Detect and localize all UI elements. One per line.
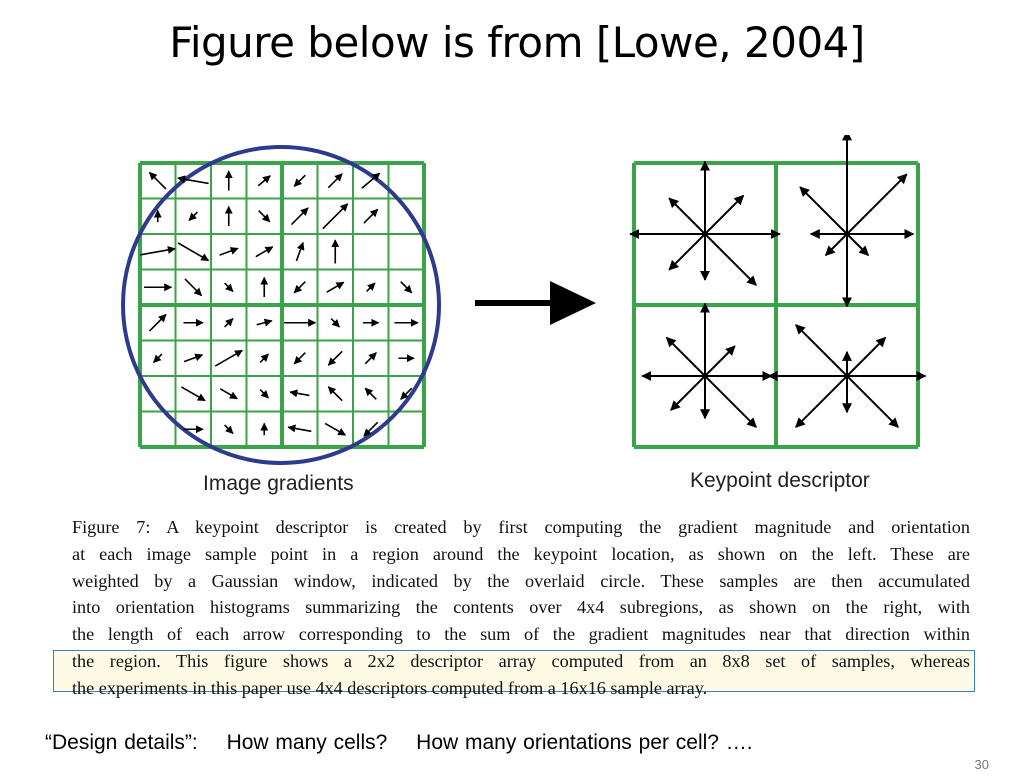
gradient-arrow xyxy=(183,353,204,363)
caption-line: the experiments in this paper use 4x4 de… xyxy=(72,677,708,698)
histogram-arrow xyxy=(704,375,757,428)
gradient-arrow xyxy=(255,246,274,258)
mapping-arrow xyxy=(475,281,596,325)
histogram-arrow xyxy=(668,233,706,271)
gradient-arrow xyxy=(287,424,312,433)
gradient-arrow xyxy=(257,175,271,187)
gradient-arrow xyxy=(184,278,203,297)
gradient-arrow xyxy=(293,174,306,187)
image-gradients-label: Image gradients xyxy=(203,472,354,495)
gradient-arrow xyxy=(259,389,269,399)
caption-line: the region. This figure shows a 2x2 desc… xyxy=(72,650,970,671)
gradient-arrow xyxy=(289,389,310,398)
histogram-arrow xyxy=(846,375,899,428)
gradient-arrow xyxy=(363,208,379,224)
histogram-arrow xyxy=(795,375,848,428)
gradient-arrow xyxy=(188,211,198,221)
gradient-arrow xyxy=(148,313,167,332)
gradient-arrow xyxy=(214,349,243,367)
gradient-arrow xyxy=(326,281,345,293)
histogram-arrow xyxy=(704,233,757,286)
gradient-arrow xyxy=(224,282,234,292)
caption-line: the length of each arrow corresponding t… xyxy=(72,624,970,645)
caption-line: at each image sample point in a region a… xyxy=(72,543,970,564)
gradient-arrow xyxy=(327,350,343,366)
lowe-figure xyxy=(121,135,927,465)
caption-line: weighted by a Gaussian window, indicated… xyxy=(72,570,970,591)
question-orientations: How many orientations per cell? …. xyxy=(416,731,753,754)
caption-line: into orientation histograms summarizing … xyxy=(72,597,970,618)
design-details-questions: “Design details”: How many cells? How ma… xyxy=(45,731,775,755)
gradient-arrow xyxy=(177,242,210,262)
gradient-arrow xyxy=(259,353,269,363)
caption-line: Figure 7: A keypoint descriptor is creat… xyxy=(72,517,970,537)
gradient-arrow xyxy=(293,281,306,294)
gradient-arrow xyxy=(224,424,234,434)
gradient-arrow xyxy=(327,386,343,402)
gradient-arrow xyxy=(290,207,309,226)
gradient-arrow xyxy=(364,352,377,365)
histogram-arrow xyxy=(665,336,706,377)
histogram-arrow xyxy=(795,324,848,377)
gradient-arrow xyxy=(148,171,167,190)
gradient-arrow xyxy=(330,318,340,328)
gradient-arrow xyxy=(366,282,376,292)
slide-title: Figure below is from [Lowe, 2004] xyxy=(169,18,865,67)
histogram-arrow xyxy=(824,233,848,257)
gradient-arrow xyxy=(258,210,271,223)
gradient-arrow xyxy=(293,352,306,365)
gradient-arrow xyxy=(219,388,238,400)
histogram-arrow xyxy=(846,336,887,377)
gradient-arrow xyxy=(181,386,206,402)
gradient-arrow xyxy=(153,353,163,363)
figure-caption: Figure 7: A keypoint descriptor is creat… xyxy=(72,514,970,702)
histogram-arrow xyxy=(670,375,706,411)
gradient-arrow xyxy=(140,246,176,256)
gradient-arrow xyxy=(327,173,343,189)
gradient-arrow xyxy=(324,422,347,436)
gradient-arrow xyxy=(364,387,377,400)
sample-grid xyxy=(138,161,426,449)
gradient-arrow xyxy=(295,241,305,262)
question-cells: How many cells? xyxy=(226,731,388,754)
gradient-arrow xyxy=(400,281,413,294)
gradient-arrow xyxy=(224,318,234,328)
gradient-arrow xyxy=(322,203,349,230)
gradient-arrow xyxy=(219,247,239,256)
histogram-arrow xyxy=(668,197,706,235)
gradient-arrow xyxy=(256,318,273,327)
histogram-arrow xyxy=(704,345,736,377)
keypoint-descriptor-label: Keypoint descriptor xyxy=(690,469,870,492)
histogram-arrow xyxy=(846,233,870,257)
slide-number: 30 xyxy=(974,757,989,772)
histogram-arrow xyxy=(846,173,908,235)
design-details-label: “Design details”: xyxy=(45,731,198,754)
histogram-arrow xyxy=(799,186,848,235)
histogram-arrow xyxy=(704,194,745,235)
